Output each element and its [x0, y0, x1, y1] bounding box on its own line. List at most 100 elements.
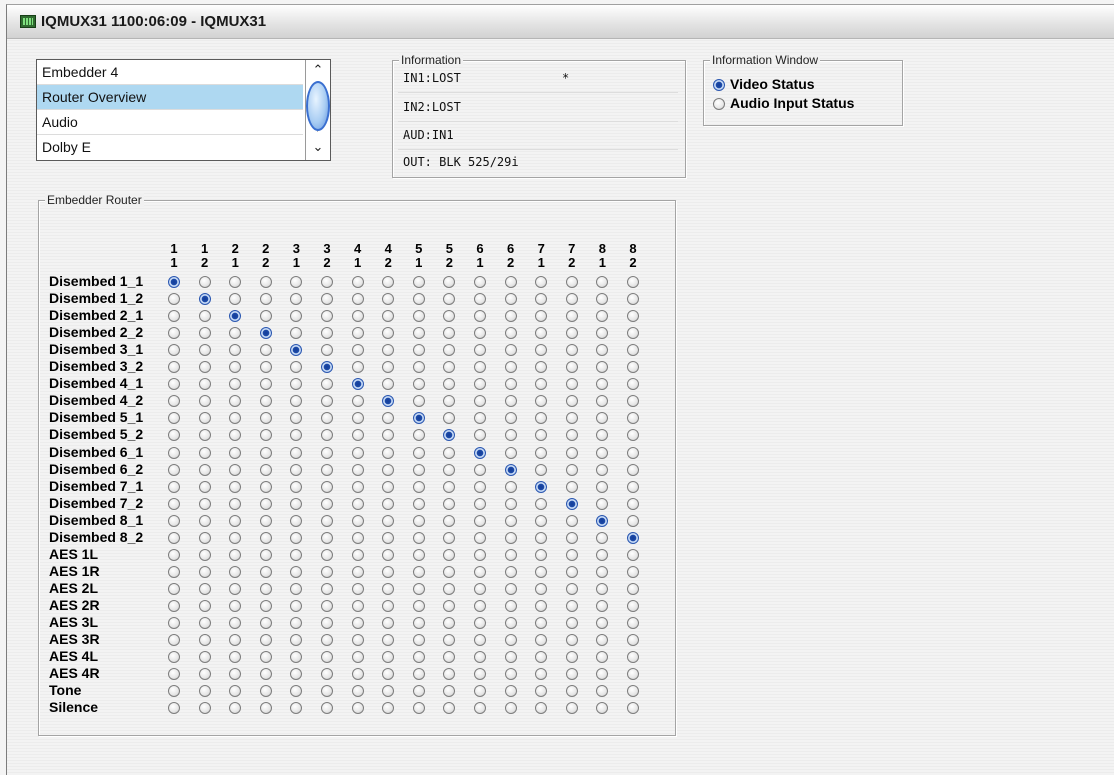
router-radio-cell[interactable]: [596, 463, 609, 476]
router-radio-cell[interactable]: [168, 293, 180, 306]
router-radio-cell[interactable]: [259, 548, 272, 561]
router-radio-cell[interactable]: [412, 497, 425, 510]
router-radio-cell[interactable]: [198, 310, 211, 323]
router-radio-cell[interactable]: [168, 617, 180, 629]
router-radio-cell[interactable]: [474, 276, 486, 288]
router-radio-cell[interactable]: [412, 327, 425, 340]
router-radio-cell[interactable]: [198, 344, 211, 357]
router-radio-cell[interactable]: [259, 514, 272, 527]
router-radio-cell[interactable]: [412, 480, 425, 493]
router-radio-cell[interactable]: [474, 599, 486, 612]
router-radio-cell[interactable]: [474, 446, 486, 459]
router-radio-cell[interactable]: [565, 480, 578, 493]
router-radio-cell[interactable]: [198, 702, 211, 715]
video-status-label[interactable]: Video Status: [730, 76, 815, 92]
router-radio-cell[interactable]: [504, 617, 517, 629]
router-radio-cell[interactable]: [627, 310, 639, 323]
router-radio-cell[interactable]: [351, 565, 364, 578]
router-radio-cell[interactable]: [198, 685, 211, 698]
list-item-dolby-e[interactable]: Dolby E: [37, 135, 303, 160]
router-radio-cell[interactable]: [474, 651, 486, 664]
router-radio-cell[interactable]: [504, 429, 517, 442]
router-radio-cell[interactable]: [198, 293, 211, 306]
router-radio-cell[interactable]: [259, 276, 272, 288]
router-radio-cell[interactable]: [198, 361, 211, 374]
router-radio-cell[interactable]: [627, 599, 639, 612]
router-radio-cell[interactable]: [229, 565, 242, 578]
router-radio-cell[interactable]: [198, 531, 211, 544]
router-radio-cell[interactable]: [565, 378, 578, 391]
router-radio-cell[interactable]: [504, 480, 517, 493]
router-radio-cell[interactable]: [412, 565, 425, 578]
router-radio-cell[interactable]: [504, 651, 517, 664]
router-radio-cell[interactable]: [412, 548, 425, 561]
router-radio-cell[interactable]: [627, 480, 639, 493]
router-radio-cell[interactable]: [168, 651, 180, 664]
router-radio-cell[interactable]: [259, 378, 272, 391]
router-radio-cell[interactable]: [504, 344, 517, 357]
router-radio-cell[interactable]: [321, 599, 333, 612]
router-radio-cell[interactable]: [565, 293, 578, 306]
router-radio-cell[interactable]: [535, 497, 548, 510]
router-radio-cell[interactable]: [259, 634, 272, 647]
router-radio-cell[interactable]: [321, 293, 333, 306]
router-radio-cell[interactable]: [168, 276, 180, 288]
router-radio-cell[interactable]: [168, 548, 180, 561]
router-radio-cell[interactable]: [565, 327, 578, 340]
router-radio-cell[interactable]: [229, 446, 242, 459]
router-radio-cell[interactable]: [504, 548, 517, 561]
router-radio-cell[interactable]: [504, 582, 517, 595]
router-radio-cell[interactable]: [443, 480, 456, 493]
router-radio-cell[interactable]: [504, 497, 517, 510]
router-radio-cell[interactable]: [627, 617, 639, 629]
router-radio-cell[interactable]: [290, 446, 303, 459]
router-radio-cell[interactable]: [565, 599, 578, 612]
router-radio-cell[interactable]: [504, 378, 517, 391]
router-radio-cell[interactable]: [259, 668, 272, 681]
router-radio-cell[interactable]: [351, 412, 364, 425]
router-radio-cell[interactable]: [412, 599, 425, 612]
router-radio-cell[interactable]: [565, 651, 578, 664]
router-radio-cell[interactable]: [351, 276, 364, 288]
router-radio-cell[interactable]: [504, 702, 517, 715]
router-radio-cell[interactable]: [198, 276, 211, 288]
router-radio-cell[interactable]: [474, 497, 486, 510]
router-radio-cell[interactable]: [474, 514, 486, 527]
router-radio-cell[interactable]: [229, 548, 242, 561]
router-radio-cell[interactable]: [168, 531, 180, 544]
scroll-up-arrow-icon[interactable]: ⌃: [308, 61, 328, 79]
router-radio-cell[interactable]: [351, 395, 364, 408]
router-radio-cell[interactable]: [504, 412, 517, 425]
router-radio-cell[interactable]: [229, 480, 242, 493]
router-radio-cell[interactable]: [412, 276, 425, 288]
router-radio-cell[interactable]: [474, 531, 486, 544]
list-scrollbar[interactable]: ⌃ ⌄: [305, 60, 330, 160]
router-radio-cell[interactable]: [351, 293, 364, 306]
router-radio-cell[interactable]: [627, 293, 639, 306]
router-radio-cell[interactable]: [565, 310, 578, 323]
scroll-down-arrow-icon[interactable]: ⌄: [308, 138, 328, 156]
router-radio-cell[interactable]: [351, 548, 364, 561]
router-radio-cell[interactable]: [535, 463, 548, 476]
router-radio-cell[interactable]: [596, 497, 609, 510]
router-radio-cell[interactable]: [627, 514, 639, 527]
router-radio-cell[interactable]: [412, 685, 425, 698]
router-radio-cell[interactable]: [535, 480, 548, 493]
router-radio-cell[interactable]: [259, 344, 272, 357]
router-radio-cell[interactable]: [627, 446, 639, 459]
router-radio-cell[interactable]: [259, 617, 272, 629]
router-radio-cell[interactable]: [259, 702, 272, 715]
router-radio-cell[interactable]: [321, 276, 333, 288]
router-radio-cell[interactable]: [412, 531, 425, 544]
router-radio-cell[interactable]: [596, 446, 609, 459]
router-radio-cell[interactable]: [412, 668, 425, 681]
router-radio-cell[interactable]: [198, 548, 211, 561]
video-status-radio[interactable]: [713, 79, 725, 91]
router-radio-cell[interactable]: [474, 548, 486, 561]
router-radio-cell[interactable]: [565, 668, 578, 681]
router-radio-cell[interactable]: [259, 565, 272, 578]
router-radio-cell[interactable]: [382, 497, 395, 510]
router-radio-cell[interactable]: [198, 446, 211, 459]
router-radio-cell[interactable]: [198, 497, 211, 510]
router-radio-cell[interactable]: [198, 395, 211, 408]
